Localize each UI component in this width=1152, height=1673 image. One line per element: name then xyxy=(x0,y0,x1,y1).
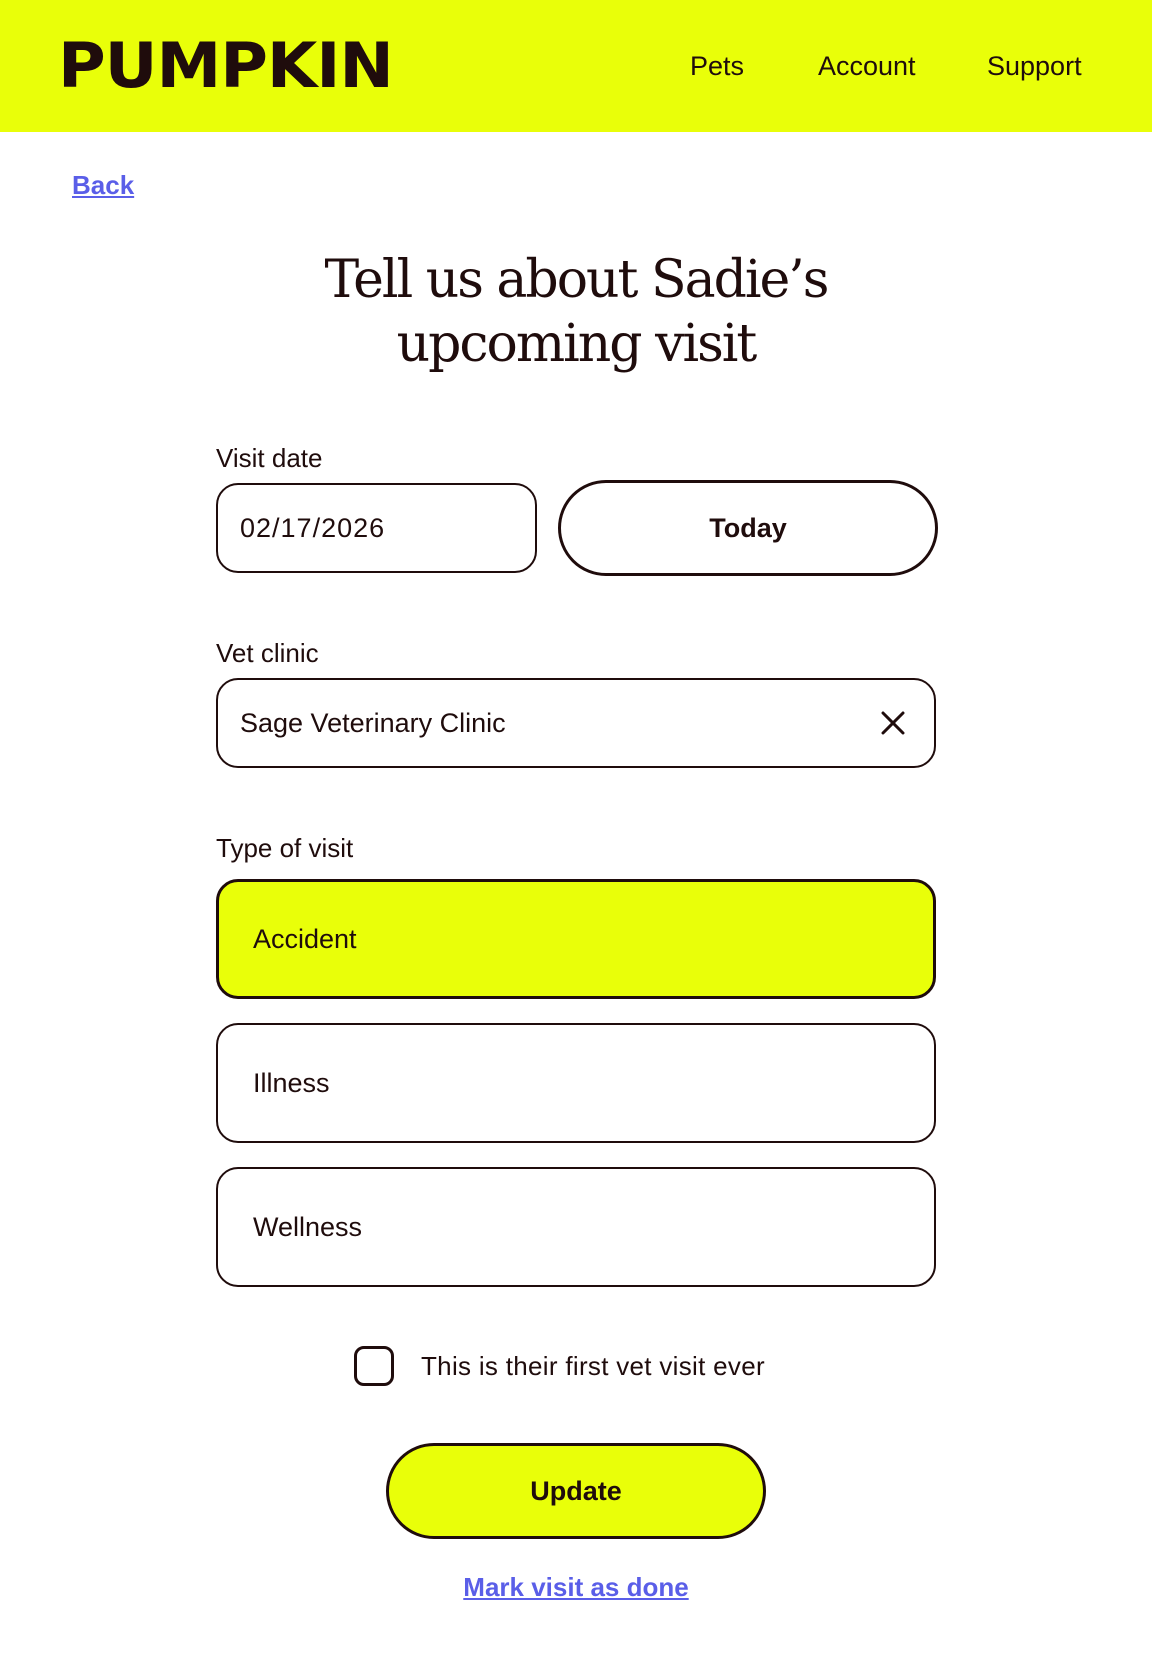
mark-done-container: Mark visit as done xyxy=(0,1572,1152,1603)
visit-date-label: Visit date xyxy=(216,443,323,473)
close-icon[interactable] xyxy=(878,708,908,738)
mark-visit-done-link[interactable]: Mark visit as done xyxy=(463,1572,688,1602)
vet-clinic-value: Sage Veterinary Clinic xyxy=(240,707,506,738)
visit-type-option-label: Wellness xyxy=(253,1211,363,1242)
visit-date-input[interactable]: 02/17/2026 xyxy=(216,483,537,573)
update-button[interactable]: Update xyxy=(386,1443,766,1539)
back-link[interactable]: Back xyxy=(72,170,134,201)
visit-type-option-label: Illness xyxy=(253,1067,330,1098)
today-button[interactable]: Today xyxy=(558,480,938,576)
visit-type-option-wellness[interactable]: Wellness xyxy=(216,1167,936,1287)
first-visit-label[interactable]: This is their first vet visit ever xyxy=(421,1351,765,1382)
page-title-line-1: Tell us about Sadie’s xyxy=(324,250,830,310)
vet-clinic-input[interactable]: Sage Veterinary Clinic xyxy=(216,678,936,768)
page-title: Tell us about Sadie’s upcoming visit xyxy=(0,248,1152,376)
vet-clinic-label: Vet clinic xyxy=(216,638,319,668)
visit-type-label: Type of visit xyxy=(216,833,354,863)
visit-type-option-label: Accident xyxy=(253,923,357,954)
nav-account-link[interactable]: Account xyxy=(818,46,916,86)
visit-date-value: 02/17/2026 xyxy=(240,512,386,543)
nav-pets-link[interactable]: Pets xyxy=(690,46,744,86)
nav-support-link[interactable]: Support xyxy=(987,46,1082,86)
visit-type-option-accident[interactable]: Accident xyxy=(216,879,936,999)
visit-type-option-illness[interactable]: Illness xyxy=(216,1023,936,1143)
top-header: PUMPKIN Pets Account Support xyxy=(0,0,1152,132)
pumpkin-logo[interactable]: PUMPKIN xyxy=(58,28,394,104)
first-visit-row: This is their first vet visit ever xyxy=(354,1344,765,1388)
page-title-line-2: upcoming visit xyxy=(396,314,758,374)
first-visit-checkbox[interactable] xyxy=(354,1346,394,1386)
